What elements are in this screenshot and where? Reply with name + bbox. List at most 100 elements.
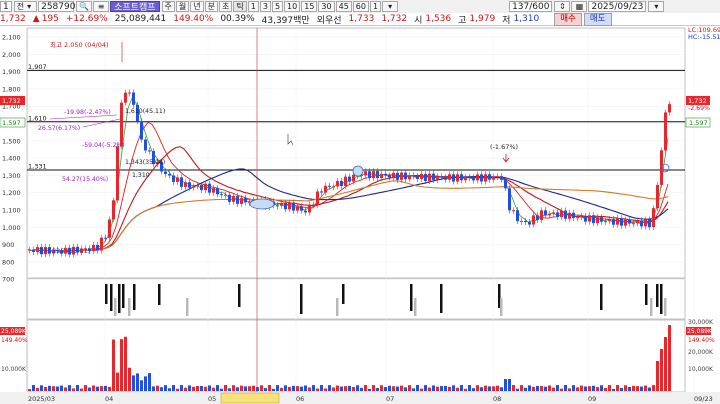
volume-bar [376, 388, 379, 391]
candle-body [540, 210, 543, 220]
counter-spin[interactable]: ⇕ [554, 1, 571, 12]
candle-body [660, 150, 663, 185]
signal-bar [600, 284, 603, 310]
volume-bar [128, 367, 131, 391]
candle-body [216, 188, 219, 195]
signal-bar [105, 284, 108, 304]
period-1[interactable]: 1 [247, 1, 259, 12]
period-second[interactable]: 초 [219, 1, 233, 12]
candle-body [488, 174, 491, 180]
volume-bar [212, 387, 215, 391]
candle-body [572, 212, 575, 218]
dropdown-arrow[interactable]: ▾ [382, 1, 399, 12]
volume-bar [492, 386, 495, 391]
candle-body [344, 176, 347, 186]
period-45[interactable]: 45 [335, 1, 352, 12]
volume: 25,089,441 [114, 14, 167, 24]
candle-body [528, 221, 531, 225]
volume-bar [412, 388, 415, 391]
period-custom[interactable]: 1 [369, 1, 382, 12]
volume-bar [240, 385, 243, 391]
settings-button[interactable]: ▦ [571, 1, 588, 12]
open-price: 1,536 [425, 14, 452, 24]
volume-bar [616, 385, 619, 391]
candle-body [456, 174, 459, 182]
candle-body [556, 212, 559, 218]
x-tick-label: 04 [105, 395, 113, 403]
volume-bar [336, 385, 339, 391]
volume-bar [360, 387, 363, 391]
candle-body [352, 174, 355, 182]
volume-bar [352, 386, 355, 391]
candle-body [668, 104, 671, 113]
volume-bar [348, 385, 351, 391]
calendar-button[interactable]: ▾ [648, 1, 665, 12]
signal-bar [414, 298, 417, 316]
volume-bar [576, 387, 579, 391]
volume-bar [596, 387, 599, 391]
volume-bar [320, 385, 323, 391]
period-minute[interactable]: 분 [204, 1, 219, 12]
count-field[interactable]: 1 [0, 1, 12, 12]
candle-body [340, 180, 343, 186]
volume-bar [224, 385, 227, 391]
search-button[interactable]: 🔍 [76, 1, 93, 12]
candle-body [532, 215, 535, 225]
volume-bar [208, 385, 211, 391]
buy-button[interactable]: 매수 [554, 12, 582, 26]
candle-body [420, 173, 423, 179]
candle-body [412, 175, 415, 177]
volume-bar [256, 387, 259, 391]
volume-bar [148, 373, 151, 391]
market-select[interactable]: 전 ▾ [13, 1, 38, 12]
annotation-d: 54.27(15.40%) [62, 176, 108, 183]
sell-button[interactable]: 매도 [583, 12, 612, 26]
period-10[interactable]: 10 [284, 1, 301, 12]
volume-bar [28, 389, 31, 391]
candle-body [224, 194, 227, 196]
high-annotation: 최고 2,050 (04/04) [50, 40, 109, 49]
period-3[interactable]: 3 [259, 1, 271, 12]
stock-chart[interactable]: 2,1002,0001,9001,8001,7001,6001,5001,400… [0, 26, 720, 404]
volume-bar [592, 385, 595, 391]
candle-body [648, 219, 651, 228]
period-jw[interactable]: 주 [161, 1, 175, 12]
volume-bar [384, 387, 387, 391]
stock-code-input[interactable]: 258790 [38, 1, 75, 12]
period-30[interactable]: 30 [318, 1, 335, 12]
candle-body [212, 188, 215, 193]
period-5[interactable]: 5 [271, 1, 284, 12]
volume-bar [248, 386, 251, 391]
period-60[interactable]: 60 [352, 1, 369, 12]
volume-bar [44, 387, 47, 391]
candle-body [220, 194, 223, 196]
candle-body [312, 204, 315, 206]
signal-bar [122, 284, 125, 308]
volume-bar [476, 385, 479, 391]
volume-bar [80, 388, 83, 391]
volume-bar [84, 385, 87, 391]
page-counter[interactable]: 137/600 [509, 1, 553, 12]
date-field[interactable]: 2025/09/23 [588, 1, 647, 12]
stock-name-field[interactable]: 소프트캠프 [110, 1, 160, 13]
volume-bar [388, 385, 391, 391]
candle-body [580, 215, 583, 218]
volume-bar [200, 386, 203, 391]
signal-bar [650, 298, 653, 316]
candle-body [328, 185, 331, 187]
x-tick-label: 09 [588, 395, 596, 403]
stock-menu-button[interactable]: ≡ [93, 1, 110, 12]
volume-bar [184, 387, 187, 391]
volume-bar [640, 386, 643, 391]
volume-bar [444, 385, 447, 391]
volume-bar [364, 385, 367, 391]
signal-bar [300, 284, 303, 314]
period-month[interactable]: 월 [175, 1, 190, 12]
period-15[interactable]: 15 [301, 1, 318, 12]
turnover: 00.39% [220, 14, 255, 24]
volume-bar [512, 385, 515, 391]
annotation-c: -59.04(-5.2%) [82, 142, 125, 149]
period-year[interactable]: 년 [190, 1, 204, 12]
period-tick[interactable]: 틱 [233, 1, 247, 12]
volume-bar [584, 386, 587, 391]
